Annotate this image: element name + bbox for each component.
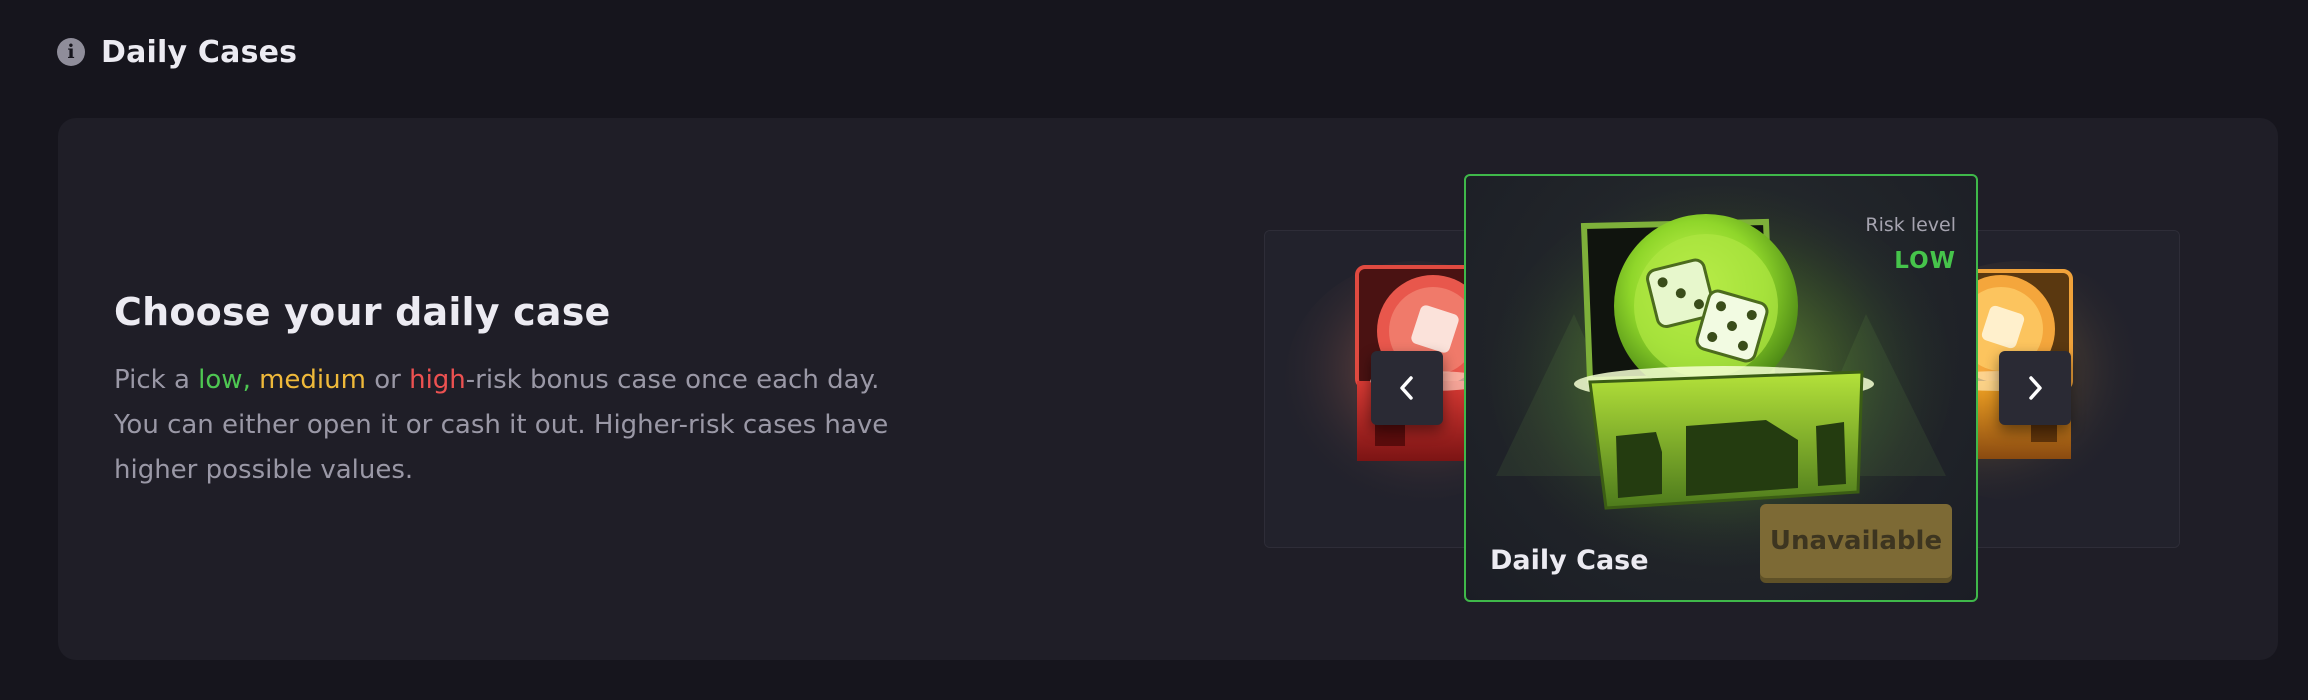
risk-word-medium: medium [259, 365, 366, 395]
risk-level-label: Risk level [1865, 214, 1956, 236]
section-title: Daily Cases [101, 34, 298, 70]
intro-block: Choose your daily case Pick a low, mediu… [114, 290, 914, 493]
risk-word-high: high [409, 365, 466, 395]
info-icon[interactable]: i [57, 38, 85, 66]
intro-description: Pick a low, medium or high-risk bonus ca… [114, 358, 914, 493]
case-card-low-risk-selected[interactable]: Risk level LOW Daily Case Unavailable [1464, 174, 1978, 602]
unavailable-button[interactable]: Unavailable [1760, 504, 1952, 578]
chevron-left-icon [1400, 376, 1413, 400]
risk-word-low: low [198, 365, 243, 395]
carousel-prev-button[interactable] [1371, 351, 1443, 425]
separator-or: or [365, 365, 410, 395]
section-header: i Daily Cases [57, 34, 297, 70]
intro-text-before: Pick a [114, 365, 199, 395]
case-name: Daily Case [1490, 545, 1649, 576]
chevron-right-icon [2029, 376, 2042, 400]
risk-level-value: LOW [1894, 248, 1956, 274]
carousel-next-button[interactable] [1999, 351, 2071, 425]
separator-comma: , [242, 365, 260, 395]
intro-heading: Choose your daily case [114, 290, 611, 334]
